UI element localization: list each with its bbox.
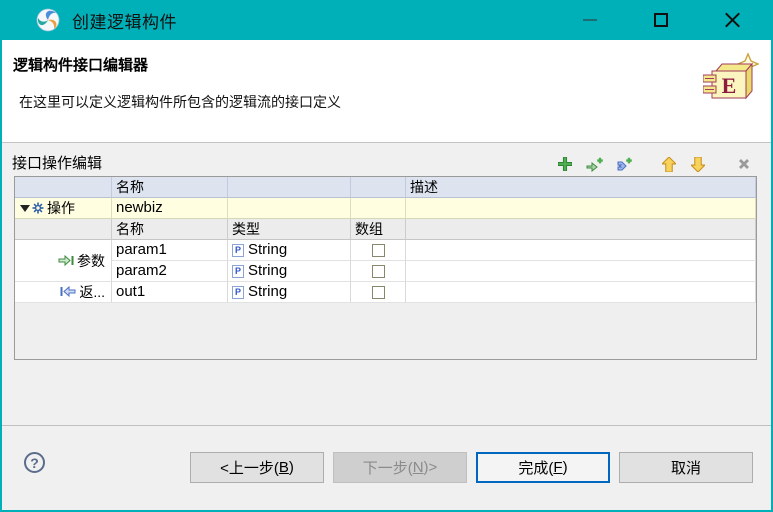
minimize-button[interactable] [575,5,605,35]
operation-label: 操作 [47,198,75,218]
back-label-pre: <上一步( [220,457,279,478]
help-button[interactable]: ? [24,452,45,473]
operations-toolbar [554,155,755,173]
out1-type-cell[interactable]: P String [228,282,351,303]
column-header-empty1 [228,177,351,198]
param1-array-checkbox[interactable] [372,244,385,257]
operation-empty-cell1[interactable] [228,198,351,219]
section-label: 接口操作编辑 [12,152,102,173]
param1-type-cell[interactable]: P String [228,240,351,261]
column-header-description: 描述 [406,177,756,198]
cancel-label: 取消 [671,457,701,478]
maximize-icon [654,13,668,27]
output-parameter-icon [60,286,76,298]
param-group-label: 参数 [77,251,105,271]
subheader-empty [406,219,756,240]
operation-row-label-cell[interactable]: 操作 [15,198,112,219]
param2-description-cell[interactable] [406,261,756,282]
add-input-icon [586,157,603,172]
table-grid: 名称 描述 操作 [15,177,756,303]
param1-type-value: String [248,240,287,260]
return-group-cell[interactable]: 返... [15,282,112,303]
app-swirl-icon [36,8,60,32]
add-input-button[interactable] [583,155,605,173]
move-up-button[interactable] [658,155,680,173]
param2-type-value: String [248,261,287,281]
collapse-expander-icon[interactable] [20,205,30,212]
title-bar: 创建逻辑构件 [2,0,771,40]
add-plus-icon [558,157,572,171]
page-subtitle: 在这里可以定义逻辑构件所包含的逻辑流的接口定义 [2,75,771,112]
section-header: 接口操作编辑 [2,143,771,176]
back-mnemonic: B [279,459,289,476]
subheader-array: 数组 [351,219,406,240]
subheader-type: 类型 [228,219,351,240]
wizard-buttons: <上一步(B) 下一步(N)> 完成(F) 取消 [190,452,753,483]
next-mnemonic: N [413,459,424,476]
delete-x-icon [738,158,750,170]
subheader-tree-cell [15,219,112,240]
param2-array-checkbox[interactable] [372,265,385,278]
next-label-pre: 下一步( [363,457,413,478]
column-header-tree [15,177,112,198]
interface-operations-table: 名称 描述 操作 [14,176,757,360]
page-title: 逻辑构件接口编辑器 [2,40,771,75]
param-group-cell[interactable]: 参数 [15,240,112,282]
out1-array-cell [351,282,406,303]
button-bar: ? <上一步(B) 下一步(N)> 完成(F) 取消 [2,425,771,510]
param2-array-cell [351,261,406,282]
window-controls [575,5,747,35]
maximize-button[interactable] [646,5,676,35]
finish-label-post: ) [563,459,568,476]
operation-name-cell[interactable]: newbiz [112,198,228,219]
param2-type-cell[interactable]: P String [228,261,351,282]
out1-type-value: String [248,282,287,302]
column-header-name: 名称 [112,177,228,198]
minimize-icon [583,19,597,21]
finish-mnemonic: F [553,459,562,476]
finish-label-pre: 完成( [518,457,553,478]
column-header-empty2 [351,177,406,198]
cancel-button[interactable]: 取消 [619,452,753,483]
close-icon [724,12,740,28]
logic-component-icon: E [703,52,759,108]
primitive-type-icon: P [232,244,244,257]
out1-description-cell[interactable] [406,282,756,303]
subheader-name: 名称 [112,219,228,240]
add-output-button[interactable] [612,155,634,173]
return-group-label: 返... [79,282,105,302]
next-label-post: )> [424,459,438,476]
param1-description-cell[interactable] [406,240,756,261]
next-button: 下一步(N)> [333,452,467,483]
input-parameter-icon [58,255,74,267]
window-title: 创建逻辑构件 [72,8,177,33]
move-up-icon [662,157,676,172]
delete-button [733,155,755,173]
add-output-icon [615,157,632,172]
finish-button[interactable]: 完成(F) [476,452,610,483]
back-label-post: ) [289,459,294,476]
add-operation-button[interactable] [554,155,576,173]
operation-gear-icon [32,202,44,214]
create-logic-component-dialog: 创建逻辑构件 逻辑构件接口编辑器 在这里可以定义逻辑构件所包含的逻辑流的接口定义… [0,0,773,512]
out1-array-checkbox[interactable] [372,286,385,299]
wizard-header: 逻辑构件接口编辑器 在这里可以定义逻辑构件所包含的逻辑流的接口定义 E [2,40,771,143]
out1-name-cell[interactable]: out1 [112,282,228,303]
move-down-button[interactable] [687,155,709,173]
dialog-body: 接口操作编辑 [2,143,771,425]
move-down-icon [691,157,705,172]
operation-description-cell[interactable] [406,198,756,219]
close-button[interactable] [717,5,747,35]
back-button[interactable]: <上一步(B) [190,452,324,483]
param1-array-cell [351,240,406,261]
primitive-type-icon: P [232,286,244,299]
operation-empty-cell2[interactable] [351,198,406,219]
param1-name-cell[interactable]: param1 [112,240,228,261]
svg-text:E: E [722,73,737,98]
primitive-type-icon: P [232,265,244,278]
param2-name-cell[interactable]: param2 [112,261,228,282]
help-icon: ? [30,455,39,471]
